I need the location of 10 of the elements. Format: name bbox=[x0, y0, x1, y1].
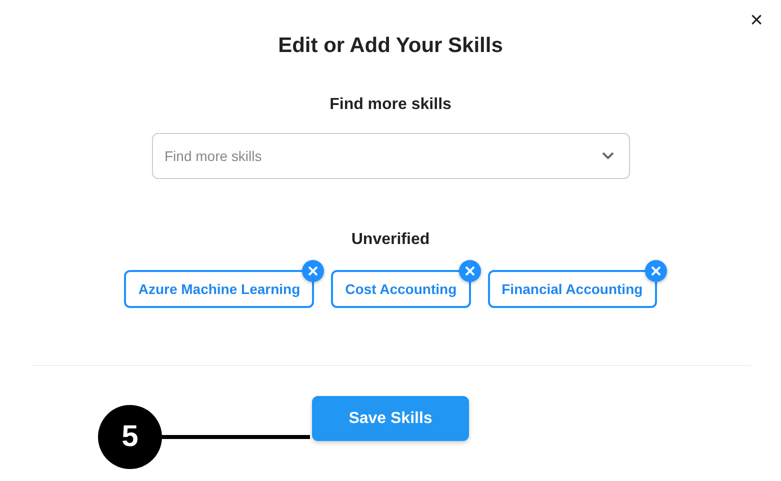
chevron-down-icon[interactable] bbox=[602, 152, 614, 160]
section-heading: Unverified bbox=[351, 231, 430, 249]
remove-icon[interactable] bbox=[458, 260, 481, 282]
step-number: 5 bbox=[98, 405, 162, 469]
close-button[interactable]: × bbox=[746, 8, 767, 32]
remove-icon[interactable] bbox=[302, 260, 324, 282]
dialog-title: Edit or Add Your Skills bbox=[278, 34, 503, 58]
search-label: Find more skills bbox=[330, 96, 452, 114]
remove-icon[interactable] bbox=[644, 260, 667, 282]
skills-dropdown[interactable]: Find more skills bbox=[152, 133, 630, 179]
